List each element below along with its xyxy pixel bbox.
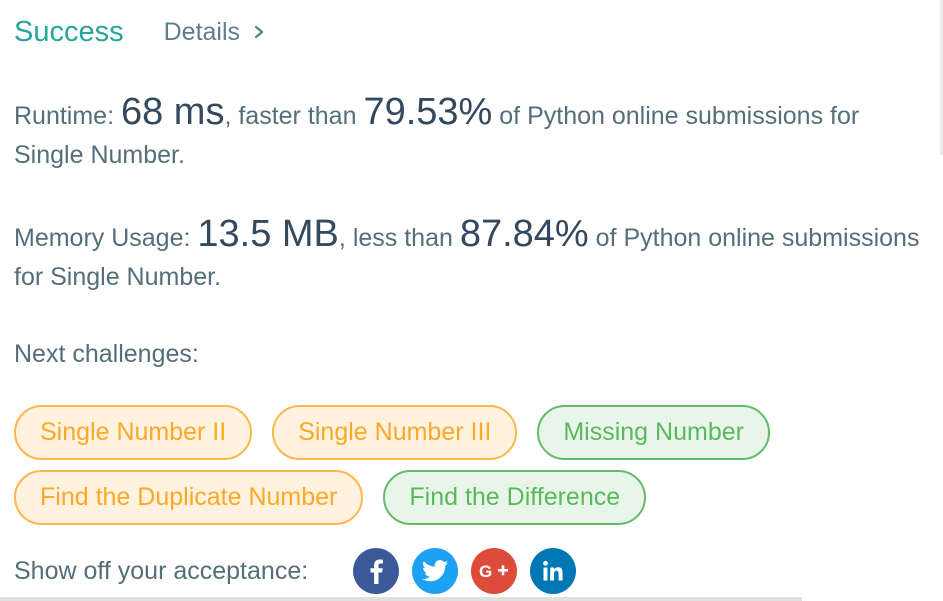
share-label: Show off your acceptance: — [14, 556, 309, 585]
result-header: Success Details — [14, 12, 266, 52]
challenge-row: Single Number II Single Number III Missi… — [14, 405, 934, 460]
bottom-divider — [0, 597, 802, 601]
google-plus-share-button[interactable]: G — [471, 548, 518, 594]
memory-line-1: Memory Usage: 13.5 MB, less than 87.84% … — [14, 214, 919, 258]
memory-line-2: for Single Number. — [14, 263, 222, 291]
twitter-share-button[interactable] — [412, 548, 459, 594]
runtime-percent: 79.53% — [363, 91, 493, 133]
challenge-chip-single-number-ii[interactable]: Single Number II — [14, 405, 253, 460]
memory-label: Memory Usage: — [14, 224, 198, 252]
challenge-chip-missing-number[interactable]: Missing Number — [537, 405, 770, 460]
challenge-chip-single-number-iii[interactable]: Single Number III — [272, 405, 518, 460]
linkedin-share-button[interactable] — [530, 548, 577, 594]
svg-text:G: G — [479, 562, 492, 581]
challenge-chip-find-the-duplicate-number[interactable]: Find the Duplicate Number — [14, 470, 364, 525]
details-link[interactable]: Details — [164, 18, 266, 47]
details-label: Details — [163, 17, 241, 46]
next-challenges-label: Next challenges: — [14, 340, 199, 368]
memory-comparison: , less than — [338, 224, 460, 252]
google-plus-icon: G — [479, 562, 509, 581]
runtime-suffix: of Python online submissions for — [492, 102, 860, 130]
submission-result-page: Success Details Runtime: 68 ms, faster t… — [0, 0, 943, 601]
runtime-value: 68 ms — [120, 91, 225, 133]
runtime-label: Runtime: — [14, 102, 121, 130]
challenge-row: Find the Duplicate Number Find the Diffe… — [14, 470, 934, 525]
facebook-icon — [370, 559, 384, 584]
runtime-line-2: Single Number. — [14, 141, 185, 169]
next-challenges-list: Single Number II Single Number III Missi… — [14, 405, 934, 535]
memory-percent: 87.84% — [459, 213, 589, 255]
runtime-line-1: Runtime: 68 ms, faster than 79.53% of Py… — [14, 92, 859, 136]
memory-value: 13.5 MB — [197, 213, 339, 255]
status-label: Success — [14, 15, 124, 48]
share-row: Show off your acceptance: G — [14, 545, 589, 597]
memory-suffix: of Python online submissions — [588, 224, 920, 252]
facebook-share-button[interactable] — [353, 548, 400, 594]
runtime-comparison: , faster than — [224, 102, 364, 130]
linkedin-icon — [543, 560, 563, 581]
chevron-right-icon — [254, 25, 264, 39]
twitter-icon — [422, 560, 449, 582]
challenge-chip-find-the-difference[interactable]: Find the Difference — [383, 470, 647, 525]
